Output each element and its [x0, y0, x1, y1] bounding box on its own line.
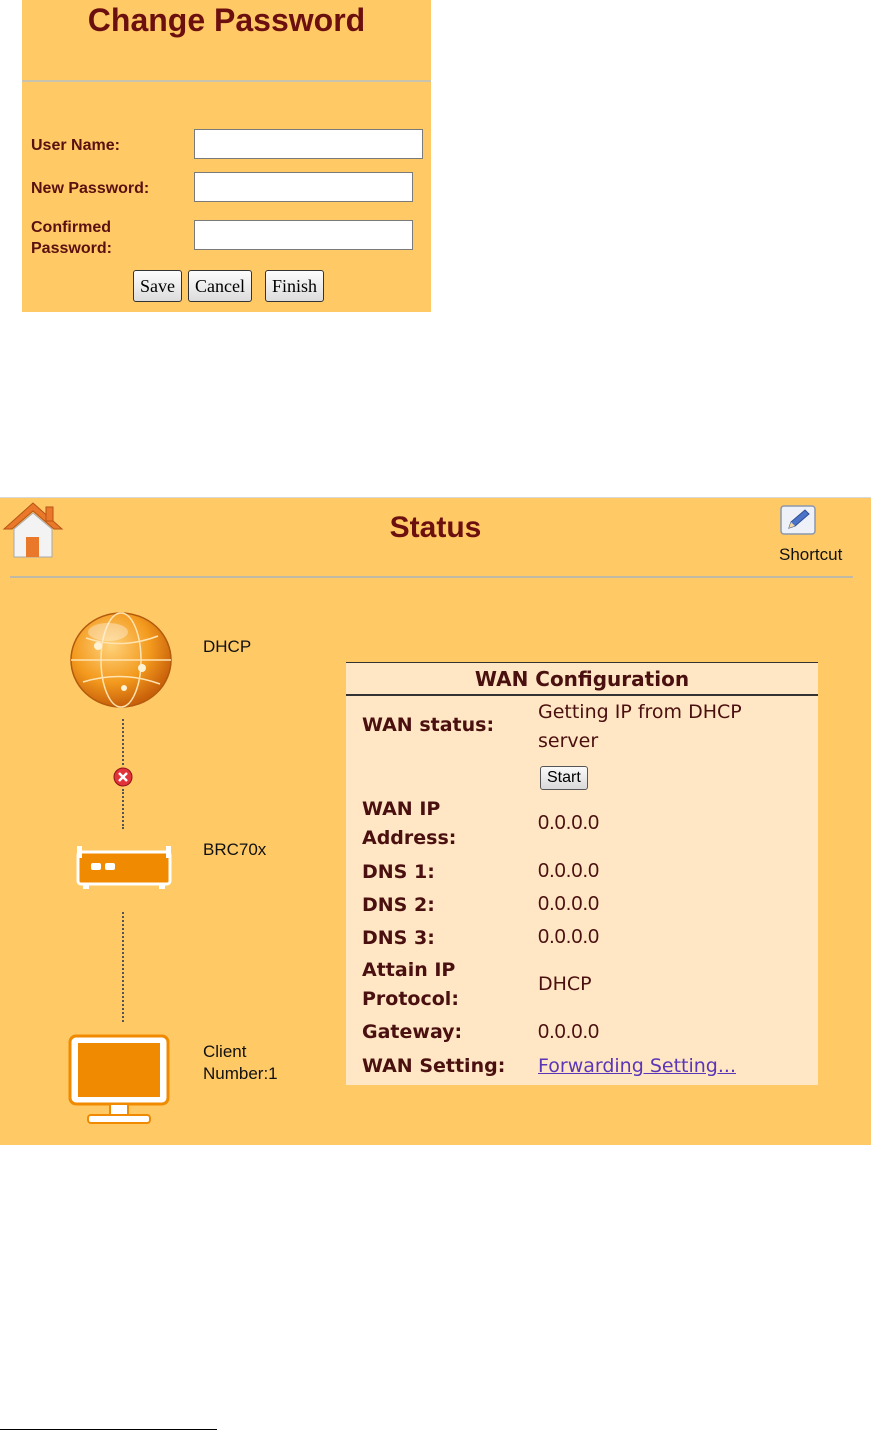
confirmed-password-input[interactable] — [194, 220, 413, 250]
globe-icon — [70, 612, 172, 708]
wan-setting-label: WAN Setting: — [362, 1055, 506, 1077]
dns2-label: DNS 2: — [362, 894, 435, 916]
monitor-icon — [68, 1034, 170, 1124]
gateway-value: 0.0.0.0 — [538, 1021, 600, 1043]
status-title: Status — [389, 511, 482, 544]
shortcut-label[interactable]: Shortcut — [779, 545, 842, 565]
link-line-client — [122, 912, 124, 1022]
start-button[interactable]: Start — [540, 766, 588, 790]
wan-configuration-table: WAN Configuration WAN status: Getting IP… — [346, 662, 818, 1085]
attain-ip-protocol-label: Attain IP Protocol: — [362, 959, 459, 1010]
internet-mode-label: DHCP — [203, 637, 252, 656]
user-name-input[interactable] — [194, 129, 423, 159]
save-button[interactable]: Save — [133, 270, 182, 302]
forwarding-setting-link[interactable]: Forwarding Setting... — [538, 1052, 736, 1081]
title-divider — [22, 80, 431, 82]
dns1-label: DNS 1: — [362, 861, 435, 883]
cancel-button[interactable]: Cancel — [188, 270, 252, 302]
link-line-router-up — [122, 789, 124, 829]
wan-status-value: Getting IP from DHCP server — [538, 701, 742, 752]
confirmed-password-label: Confirmed Password: — [31, 219, 112, 257]
status-panel: Status Shortcut DHCP BRC70x Client Numbe… — [0, 497, 871, 1145]
dns3-label: DNS 3: — [362, 927, 435, 949]
wan-status-label: WAN status: — [362, 714, 495, 736]
router-label: BRC70x — [203, 840, 267, 859]
attain-ip-protocol-value: DHCP — [538, 973, 592, 995]
link-line-internet — [122, 719, 124, 765]
pencil-edit-icon[interactable] — [779, 504, 817, 536]
wan-ip-label: WAN IP Address: — [362, 798, 457, 849]
new-password-label: New Password: — [31, 180, 150, 197]
dns1-value: 0.0.0.0 — [538, 860, 600, 882]
dns2-value: 0.0.0.0 — [538, 893, 600, 915]
client-number-label: Client Number:1 — [203, 1042, 278, 1083]
error-x-icon — [113, 767, 133, 787]
footnote-separator — [0, 1429, 217, 1430]
gateway-label: Gateway: — [362, 1021, 463, 1043]
wan-ip-value: 0.0.0.0 — [538, 812, 600, 834]
finish-button[interactable]: Finish — [265, 270, 325, 302]
header-divider — [10, 576, 853, 578]
top-border — [0, 497, 871, 498]
router-icon — [76, 846, 172, 889]
change-password-title: Change Password — [87, 2, 366, 38]
wan-configuration-header: WAN Configuration — [346, 662, 818, 696]
change-password-panel: Change Password User Name: New Password:… — [22, 0, 431, 312]
dns3-value: 0.0.0.0 — [538, 926, 600, 948]
user-name-label: User Name: — [31, 137, 120, 154]
new-password-input[interactable] — [194, 172, 413, 202]
